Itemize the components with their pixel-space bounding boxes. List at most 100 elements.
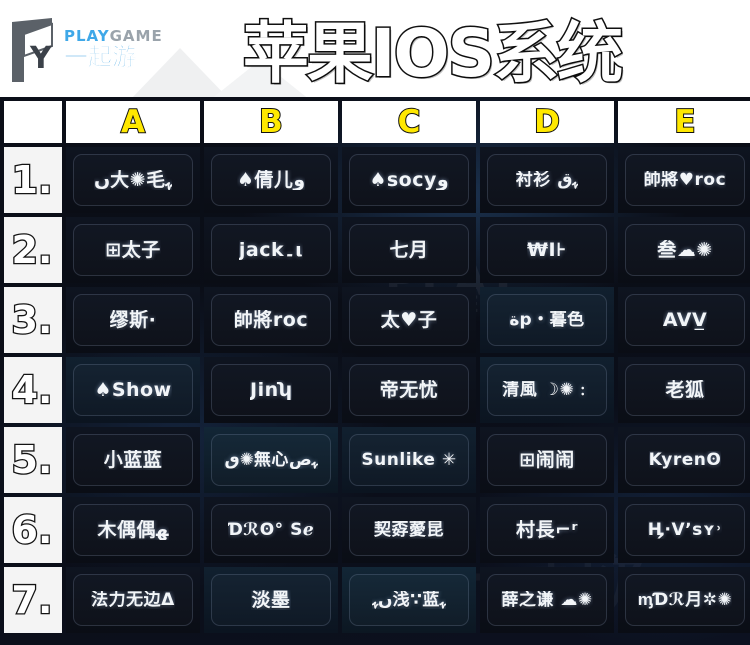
nickname-cell[interactable]: 老狐 [618, 357, 750, 423]
nickname-cell[interactable]: Jinʮ [204, 357, 338, 423]
nickname-chip: ں大✺毛ﮩ [73, 154, 193, 206]
nickname-cell[interactable]: 帥將roc [204, 287, 338, 353]
nickname-text: 帝无忧 [379, 379, 439, 401]
nickname-chip: 帥將roc [211, 294, 331, 346]
nickname-cell[interactable]: Sunlike ✳ [342, 427, 476, 493]
nickname-cell[interactable]: 小蓝蓝 [66, 427, 200, 493]
screenshot-root: Y PLAYGAME 一起游 苹果IOS系统 PLAY GAME 一起游 ABC… [0, 0, 750, 645]
column-header-a: A [66, 101, 200, 143]
nickname-cell[interactable]: 契孬薆昆 [342, 497, 476, 563]
nickname-chip: Ɗℛʘ° Sℯ [211, 504, 331, 556]
nickname-chip: 太♥子 [349, 294, 469, 346]
nickname-cell[interactable]: jack۔ι [204, 217, 338, 283]
nickname-cell[interactable]: 村長⌐ʳ [480, 497, 614, 563]
nickname-chip: ♠Show [73, 364, 193, 416]
nickname-cell[interactable]: ٯ✺無心ﮩص [204, 427, 338, 493]
nickname-cell[interactable]: 太♥子 [342, 287, 476, 353]
nickname-cell[interactable]: ⊞太子 [66, 217, 200, 283]
nickname-cell[interactable]: ںﮩ浅∵蓝ﮩ [342, 567, 476, 633]
nickname-text: 太♥子 [380, 309, 438, 331]
nickname-chip: 衬衫 ﮩق [487, 154, 607, 206]
nickname-text: jack۔ι [238, 239, 304, 261]
row-number-cell: 7. [4, 567, 62, 633]
nickname-text: ںﮩ浅∵蓝ﮩ [372, 590, 446, 610]
nickname-chip: 村長⌐ʳ [487, 504, 607, 556]
nickname-cell[interactable]: 缪斯· [66, 287, 200, 353]
nickname-cell[interactable]: 帥將♥roc [618, 147, 750, 213]
row-number-cell: 5. [4, 427, 62, 493]
nickname-cell[interactable]: ₩I⊦ [480, 217, 614, 283]
nickname-cell[interactable]: Ɗℛʘ° Sℯ [204, 497, 338, 563]
column-header-label: B [258, 103, 284, 140]
logo-wordmark: PLAYGAME 一起游 [64, 28, 168, 70]
nickname-chip: Sunlike ✳ [349, 434, 469, 486]
nickname-text: ٯ✺無心ﮩص [224, 450, 318, 470]
nickname-chip: 木偶偶ﮭ [73, 504, 193, 556]
nickname-cell[interactable]: 衬衫 ﮩق [480, 147, 614, 213]
nickname-cell[interactable]: 帝无忧 [342, 357, 476, 423]
nickname-cell[interactable]: 木偶偶ﮭ [66, 497, 200, 563]
nickname-cell[interactable]: ں大✺毛ﮩ [66, 147, 200, 213]
nickname-cell[interactable]: 薛之谦 ☁✺ [480, 567, 614, 633]
nickname-cell[interactable]: ♠倩儿و [204, 147, 338, 213]
row-number-cell: 1. [4, 147, 62, 213]
nickname-chip: ₩I⊦ [487, 224, 607, 276]
nickname-cell[interactable]: ةp・暮色 [480, 287, 614, 353]
nickname-chip: 薛之谦 ☁✺ [487, 574, 607, 626]
nickname-chip: 缪斯· [73, 294, 193, 346]
nickname-cell[interactable]: AVV̲ [618, 287, 750, 353]
nickname-text: Ɗℛʘ° Sℯ [227, 520, 315, 540]
nickname-chip: AVV̲ [625, 294, 745, 346]
nickname-text: ♠socyو [369, 169, 449, 191]
nickname-cell[interactable]: ⊞闹闹 [480, 427, 614, 493]
nickname-grid-container: PLAY GAME 一起游 ABCDE1.ں大✺毛ﮩ♠倩儿و♠socyو衬衫 ﮩ… [0, 97, 750, 645]
nickname-cell[interactable]: ᶆƊℛ月✲✺ [618, 567, 750, 633]
header-banner: Y PLAYGAME 一起游 苹果IOS系统 [0, 0, 750, 97]
nickname-text: ⊞闹闹 [519, 449, 575, 471]
nickname-text: ⊞太子 [105, 239, 161, 261]
column-header-c: C [342, 101, 476, 143]
row-number-cell: 3. [4, 287, 62, 353]
nickname-cell[interactable]: ♠socyو [342, 147, 476, 213]
row-number-cell: 6. [4, 497, 62, 563]
nickname-text: 薛之谦 ☁✺ [501, 590, 593, 610]
column-header-e: E [618, 101, 750, 143]
nickname-text: 契孬薆昆 [374, 520, 444, 540]
logo-chinese-text: 一起游 [64, 43, 137, 71]
nickname-text: 小蓝蓝 [103, 449, 163, 471]
nickname-text: ₩I⊦ [527, 239, 567, 261]
nickname-chip: 帝无忧 [349, 364, 469, 416]
nickname-chip: ♠socyو [349, 154, 469, 206]
table-row: 3. 缪斯· 帥將roc 太♥子 ةp・暮色 AVV̲ [4, 287, 750, 353]
nickname-text: Jinʮ [250, 379, 292, 401]
nickname-text: 帥將roc [233, 309, 309, 331]
column-header-d: D [480, 101, 614, 143]
nickname-text: 村長⌐ʳ [516, 519, 578, 541]
nickname-text: ᶆƊℛ月✲✺ [637, 590, 733, 610]
nickname-cell[interactable]: 清風 ☽✺﹕ [480, 357, 614, 423]
nickname-text: 清風 ☽✺﹕ [502, 380, 592, 400]
table-row: 7. 法力无边Δ 淡墨 ںﮩ浅∵蓝ﮩ 薛之谦 ☁✺ ᶆƊℛ月✲✺ [4, 567, 750, 633]
nickname-text: 淡墨 [251, 589, 291, 611]
nickname-cell[interactable]: 淡墨 [204, 567, 338, 633]
nickname-chip: ⊞太子 [73, 224, 193, 276]
column-header-label: E [673, 103, 696, 140]
nickname-cell[interactable]: ♠Show [66, 357, 200, 423]
nickname-chip: Ӊ·Vʼsʏ˒ [625, 504, 745, 556]
nickname-cell[interactable]: 七月 [342, 217, 476, 283]
nickname-text: 老狐 [665, 379, 705, 401]
nickname-text: Ӊ·Vʼsʏ˒ [647, 520, 723, 540]
nickname-text: ♠Show [94, 379, 172, 401]
nickname-text: Sunlike ✳ [361, 450, 457, 470]
nickname-cell[interactable]: Kyrenʘ [618, 427, 750, 493]
nickname-chip: 淡墨 [211, 574, 331, 626]
nickname-cell[interactable]: Ӊ·Vʼsʏ˒ [618, 497, 750, 563]
table-header-row: A B C D E [4, 101, 750, 143]
table-row: 5. 小蓝蓝 ٯ✺無心ﮩص Sunlike ✳ ⊞闹闹 Kyrenʘ [4, 427, 750, 493]
nickname-cell[interactable]: 叁☁✺ [618, 217, 750, 283]
column-header-label: C [397, 103, 422, 140]
nickname-text: 法力无边Δ [91, 590, 175, 610]
nickname-chip: 老狐 [625, 364, 745, 416]
nickname-cell[interactable]: 法力无边Δ [66, 567, 200, 633]
nickname-chip: 小蓝蓝 [73, 434, 193, 486]
